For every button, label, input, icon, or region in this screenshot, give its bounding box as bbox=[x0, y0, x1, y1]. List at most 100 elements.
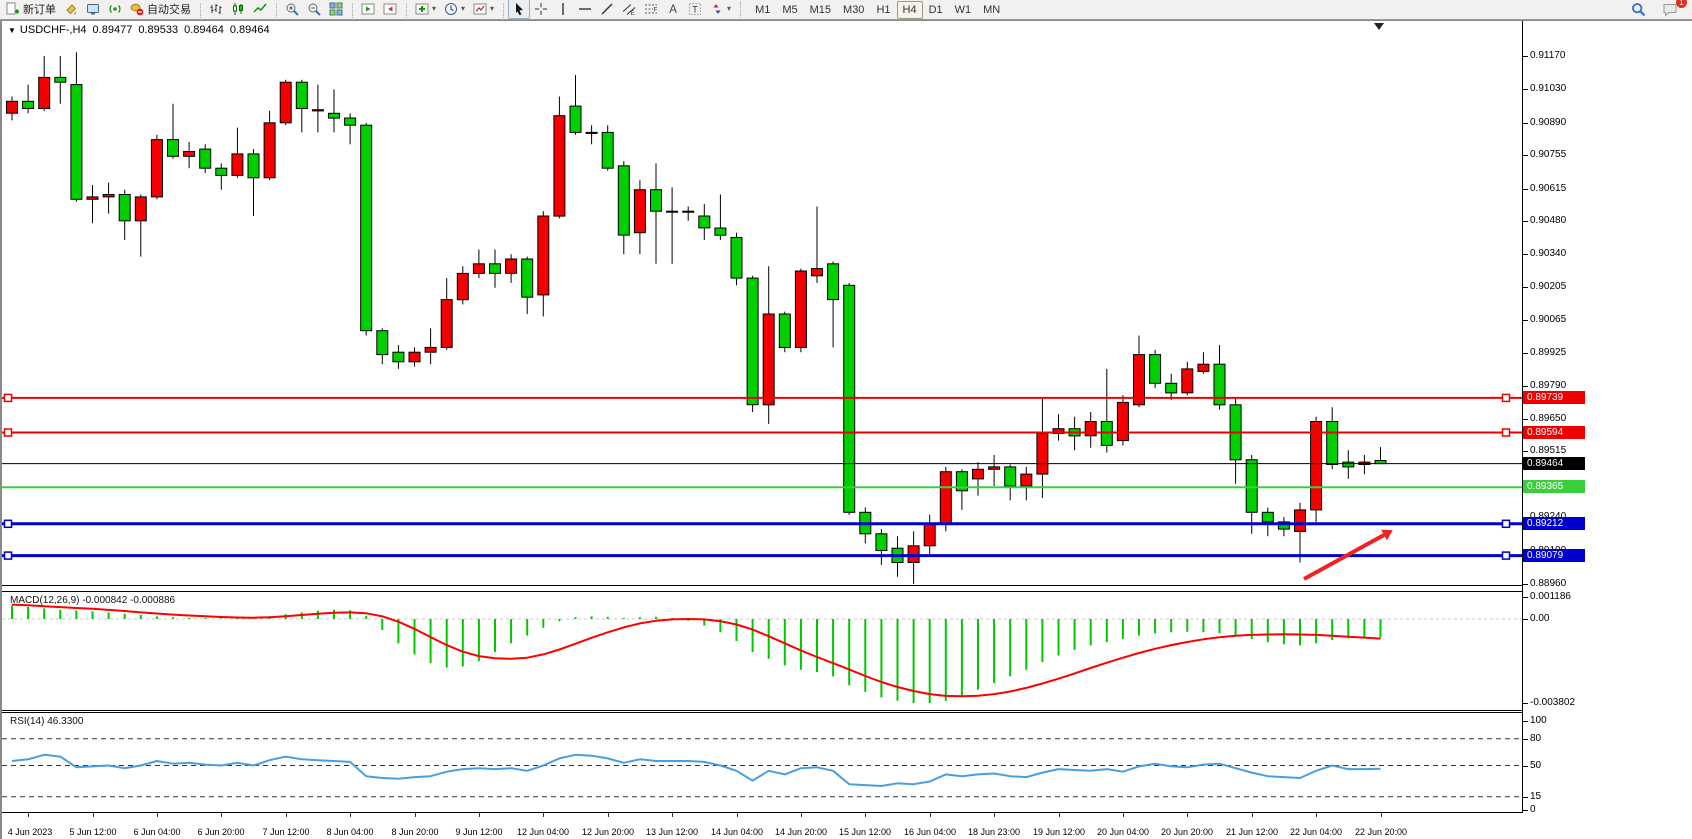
candle-body-down bbox=[216, 168, 227, 175]
candle-body-up bbox=[940, 472, 951, 525]
styles-button[interactable] bbox=[60, 0, 82, 19]
candle-body-down bbox=[522, 259, 533, 297]
signals-button[interactable] bbox=[104, 0, 126, 19]
new-order-button[interactable]: 新订单 bbox=[2, 0, 60, 19]
candle-body-up bbox=[7, 101, 18, 113]
price-tick-label: 0.91030 bbox=[1530, 83, 1566, 94]
chart-title: ▼USDCHF-,H40.894770.895330.894640.89464 bbox=[8, 24, 276, 36]
new-order-label: 新订单 bbox=[23, 1, 56, 17]
zoom-in-button[interactable] bbox=[281, 0, 303, 19]
time-tick-label: 20 Jun 20:00 bbox=[1161, 827, 1213, 837]
rsi-axis-label: 50 bbox=[1530, 760, 1541, 771]
templates-button[interactable]: ▾ bbox=[469, 0, 498, 19]
time-tick-label: 4 Jun 2023 bbox=[8, 827, 53, 837]
candle-body-up bbox=[103, 195, 114, 197]
price-tick-label: 0.90480 bbox=[1530, 215, 1566, 226]
candle-body-up bbox=[1021, 474, 1032, 486]
chart-window: ▼USDCHF-,H40.894770.895330.894640.89464 … bbox=[0, 20, 1692, 839]
zoom-out-button[interactable] bbox=[303, 0, 325, 19]
chart-shift-button[interactable] bbox=[379, 0, 401, 19]
textt-icon: T bbox=[688, 2, 702, 16]
horizontal-line-button[interactable] bbox=[574, 0, 596, 19]
timeframe-m30-button[interactable]: M30 bbox=[837, 1, 870, 19]
candle-body-down bbox=[1246, 460, 1257, 513]
candle-body-up bbox=[39, 77, 50, 108]
price-tick-label: 0.88960 bbox=[1530, 578, 1566, 589]
price-tick bbox=[1523, 123, 1528, 124]
fibonacci-button[interactable]: F bbox=[640, 0, 662, 19]
price-open: 0.89477 bbox=[93, 24, 133, 36]
candle-body-down bbox=[747, 278, 758, 405]
autotrading-button[interactable]: 自动交易 bbox=[126, 0, 195, 19]
line-handle bbox=[1503, 429, 1510, 436]
terminal-button[interactable] bbox=[82, 0, 104, 19]
timeframe-m1-button[interactable]: M1 bbox=[749, 1, 776, 19]
rsi-chart[interactable] bbox=[2, 713, 1522, 812]
vertical-line-button[interactable] bbox=[552, 0, 574, 19]
price-line-label: 0.89365 bbox=[1523, 480, 1585, 493]
cursor-button[interactable] bbox=[508, 0, 530, 19]
timeframe-w1-button[interactable]: W1 bbox=[949, 1, 978, 19]
periods-button[interactable]: ▾ bbox=[440, 0, 469, 19]
line-chart-button[interactable] bbox=[249, 0, 271, 19]
timeframe-d1-button[interactable]: D1 bbox=[923, 1, 949, 19]
chevron-down-icon: ▾ bbox=[461, 5, 465, 13]
time-tick bbox=[1381, 813, 1382, 817]
candle-body-up bbox=[973, 469, 984, 479]
time-tick bbox=[286, 813, 287, 817]
time-tick bbox=[930, 813, 931, 817]
price-high: 0.89533 bbox=[138, 24, 178, 36]
time-tick-label: 16 Jun 04:00 bbox=[904, 827, 956, 837]
candle-body-down bbox=[602, 132, 613, 168]
candle-body-up bbox=[506, 259, 517, 273]
time-tick-label: 15 Jun 12:00 bbox=[839, 827, 891, 837]
tile-windows-button[interactable] bbox=[325, 0, 347, 19]
timeframe-m15-button[interactable]: M15 bbox=[804, 1, 837, 19]
indicators-button[interactable]: ▾ bbox=[411, 0, 440, 19]
candle-body-up bbox=[87, 197, 98, 199]
timeframe-m5-button[interactable]: M5 bbox=[776, 1, 803, 19]
candlestick-chart-button[interactable] bbox=[227, 0, 249, 19]
chevron-down-icon: ▾ bbox=[432, 5, 436, 13]
vline-icon bbox=[556, 2, 570, 16]
price-tick bbox=[1523, 221, 1528, 222]
candle-body-down bbox=[329, 113, 340, 118]
price-tick bbox=[1523, 89, 1528, 90]
macd-chart[interactable] bbox=[2, 592, 1522, 710]
bar-chart-button[interactable] bbox=[205, 0, 227, 19]
candle-body-up bbox=[1117, 402, 1128, 440]
timeframe-mn-button[interactable]: MN bbox=[977, 1, 1006, 19]
price-tick-label: 0.90890 bbox=[1530, 117, 1566, 128]
trendline-button[interactable] bbox=[596, 0, 618, 19]
monitor-icon bbox=[86, 2, 100, 16]
timeframe-h4-button[interactable]: H4 bbox=[897, 1, 923, 19]
time-tick bbox=[1316, 813, 1317, 817]
time-tick-label: 19 Jun 12:00 bbox=[1033, 827, 1085, 837]
chevron-down-icon[interactable]: ▼ bbox=[8, 26, 16, 35]
trend-icon bbox=[600, 2, 614, 16]
price-tick bbox=[1523, 287, 1528, 288]
crosshair-button[interactable] bbox=[530, 0, 552, 19]
text-label-button[interactable]: T bbox=[684, 0, 706, 19]
search-button[interactable] bbox=[1627, 0, 1650, 20]
equidistant-channel-button[interactable]: E bbox=[618, 0, 640, 19]
autotrade-icon bbox=[130, 2, 144, 16]
arrows-button[interactable]: ▾ bbox=[706, 0, 735, 19]
time-tick bbox=[1252, 813, 1253, 817]
text-button[interactable]: A bbox=[662, 0, 684, 19]
time-tick-label: 14 Jun 20:00 bbox=[775, 827, 827, 837]
auto-scroll-button[interactable] bbox=[357, 0, 379, 19]
time-tick-label: 12 Jun 20:00 bbox=[582, 827, 634, 837]
notifications-button[interactable]: 1 bbox=[1658, 0, 1682, 20]
chart-shift-marker[interactable] bbox=[1374, 23, 1384, 30]
rsi-axis-tick bbox=[1523, 766, 1528, 767]
timeframe-h1-button[interactable]: H1 bbox=[870, 1, 896, 19]
time-tick-label: 6 Jun 20:00 bbox=[197, 827, 244, 837]
candlestick-chart[interactable] bbox=[2, 38, 1522, 584]
price-tick-label: 0.89925 bbox=[1530, 347, 1566, 358]
candle-body-up bbox=[425, 347, 436, 352]
candle-body-up bbox=[538, 216, 549, 295]
toolbar-groups: 新订单 自动交易 ▾ ▾ ▾ EFAT ▾ bbox=[2, 0, 735, 21]
line-handle bbox=[5, 552, 12, 559]
time-tick bbox=[737, 813, 738, 817]
